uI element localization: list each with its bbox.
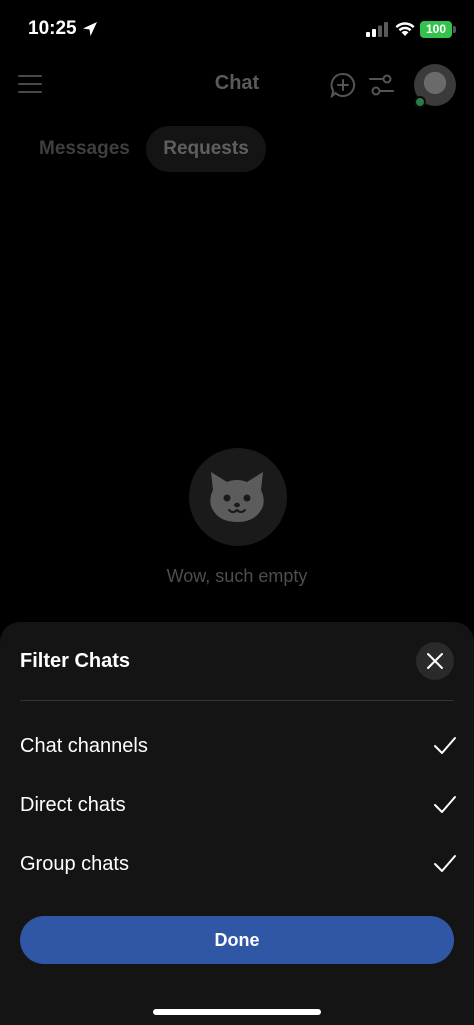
checkmark-icon [434, 737, 456, 754]
empty-state-text: Wow, such empty [166, 566, 308, 586]
checkmark-icon [434, 796, 456, 813]
filter-option-label: Direct chats [20, 794, 126, 816]
status-bar: 10:25 100 [0, 0, 474, 60]
online-status-dot [414, 96, 426, 108]
filter-option-label: Chat channels [20, 735, 148, 757]
filter-bottom-sheet: Filter Chats Chat channels Direct chats … [0, 622, 474, 1025]
cellular-signal-icon [366, 22, 388, 37]
add-chat-bubble-icon[interactable] [330, 72, 356, 98]
location-arrow-icon [83, 22, 97, 36]
done-button[interactable]: Done [20, 916, 454, 964]
home-indicator[interactable] [153, 1009, 321, 1015]
filter-option-label: Group chats [20, 853, 129, 875]
close-button[interactable] [416, 642, 454, 680]
filter-sliders-icon[interactable] [369, 74, 394, 96]
tab-requests[interactable]: Requests [146, 126, 266, 172]
wifi-icon [395, 22, 415, 36]
page-title: Chat [214, 72, 260, 94]
tab-messages[interactable]: Messages [20, 126, 146, 172]
sheet-divider [20, 700, 454, 701]
status-time: 10:25 [28, 18, 77, 39]
cat-face-icon [210, 472, 264, 522]
checkmark-icon [434, 855, 456, 872]
app-header: Chat [0, 60, 474, 110]
filter-option-direct-chats[interactable]: Direct chats [0, 778, 474, 837]
battery-tip [453, 26, 456, 33]
filter-option-chat-channels[interactable]: Chat channels [0, 719, 474, 778]
close-icon [427, 653, 443, 669]
filter-option-group-chats[interactable]: Group chats [0, 837, 474, 896]
battery-indicator: 100 [420, 21, 452, 38]
sheet-title: Filter Chats [20, 650, 131, 672]
